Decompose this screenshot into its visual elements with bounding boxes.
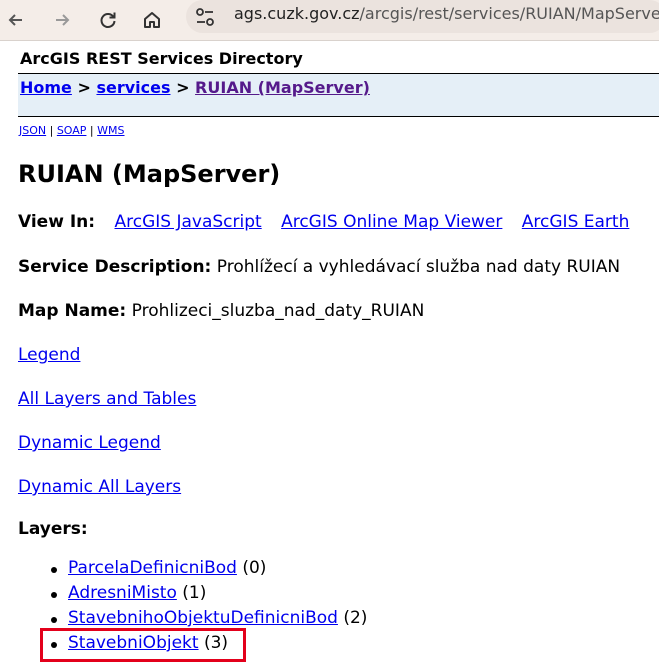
breadcrumb-current[interactable]: RUIAN (MapServer)	[195, 78, 370, 97]
breadcrumb-separator: >	[170, 78, 196, 97]
reload-icon[interactable]	[96, 8, 120, 32]
layer-id: (0)	[242, 558, 267, 578]
map-name-row: Map Name: Prohlizeci_sluzba_nad_daty_RUI…	[18, 301, 424, 321]
view-in-earth-link[interactable]: ArcGIS Earth	[522, 212, 630, 232]
breadcrumb-separator: >	[71, 78, 97, 97]
bullet-icon	[51, 567, 57, 573]
highlight-box	[40, 628, 246, 662]
view-in-label: View In:	[18, 212, 96, 232]
format-separator: |	[86, 124, 98, 137]
breadcrumb-home[interactable]: Home	[20, 78, 72, 97]
view-in-row: View In: ArcGIS JavaScript ArcGIS Online…	[18, 212, 629, 232]
breadcrumb-links: Home > services > RUIAN (MapServer)	[20, 78, 370, 97]
layer-id: (2)	[343, 608, 368, 628]
layers-heading: Layers:	[18, 519, 88, 539]
directory-title: ArcGIS REST Services Directory	[20, 49, 303, 68]
url-host: ags.cuzk.gov.cz	[234, 4, 360, 23]
service-description-row: Service Description: Prohlížecí a vyhled…	[18, 257, 620, 277]
address-bar[interactable]: ags.cuzk.gov.cz/arcgis/rest/services/RUI…	[186, 0, 659, 33]
map-name-label: Map Name:	[18, 301, 127, 321]
wms-link[interactable]: WMS	[97, 124, 124, 137]
url-text: ags.cuzk.gov.cz/arcgis/rest/services/RUI…	[234, 4, 659, 23]
toolbar-divider	[0, 40, 659, 41]
view-in-javascript-link[interactable]: ArcGIS JavaScript	[114, 212, 261, 232]
list-item: ParcelaDefinicniBod (0)	[51, 558, 367, 583]
service-description-value: Prohlížecí a vyhledávací služba nad daty…	[216, 257, 621, 277]
dynamic-legend-link[interactable]: Dynamic Legend	[18, 433, 161, 453]
json-link[interactable]: JSON	[19, 124, 46, 137]
tune-icon[interactable]	[194, 6, 216, 28]
service-description-label: Service Description:	[18, 257, 212, 277]
legend-row: Legend	[18, 345, 80, 365]
dynamic-all-layers-row: Dynamic All Layers	[18, 477, 181, 497]
format-separator: |	[46, 124, 57, 137]
layer-link[interactable]: AdresniMisto	[68, 583, 177, 603]
view-in-online-map-viewer-link[interactable]: ArcGIS Online Map Viewer	[281, 212, 502, 232]
layer-link[interactable]: StavebnihoObjektuDefinicniBod	[68, 608, 338, 628]
map-name-value: Prohlizeci_sluzba_nad_daty_RUIAN	[131, 301, 425, 321]
all-layers-row: All Layers and Tables	[18, 389, 196, 409]
layer-link[interactable]: ParcelaDefinicniBod	[68, 558, 237, 578]
browser-toolbar: ags.cuzk.gov.cz/arcgis/rest/services/RUI…	[0, 0, 659, 40]
dynamic-legend-row: Dynamic Legend	[18, 433, 161, 453]
layer-id: (1)	[182, 583, 207, 603]
dynamic-all-layers-link[interactable]: Dynamic All Layers	[18, 477, 181, 497]
all-layers-link[interactable]: All Layers and Tables	[18, 389, 196, 409]
arrow-right-icon[interactable]	[50, 8, 74, 32]
legend-link[interactable]: Legend	[18, 345, 80, 365]
soap-link[interactable]: SOAP	[57, 124, 87, 137]
page-title: RUIAN (MapServer)	[18, 160, 281, 188]
url-path: /arcgis/rest/services/RUIAN/MapServer	[359, 4, 659, 23]
home-icon[interactable]	[140, 8, 164, 32]
bullet-icon	[51, 617, 57, 623]
list-item: AdresniMisto (1)	[51, 583, 367, 608]
format-links: JSON | SOAP | WMS	[19, 124, 125, 137]
breadcrumb: Home > services > RUIAN (MapServer)	[18, 73, 659, 117]
arrow-left-icon[interactable]	[4, 8, 28, 32]
breadcrumb-services[interactable]: services	[96, 78, 170, 97]
bullet-icon	[51, 592, 57, 598]
